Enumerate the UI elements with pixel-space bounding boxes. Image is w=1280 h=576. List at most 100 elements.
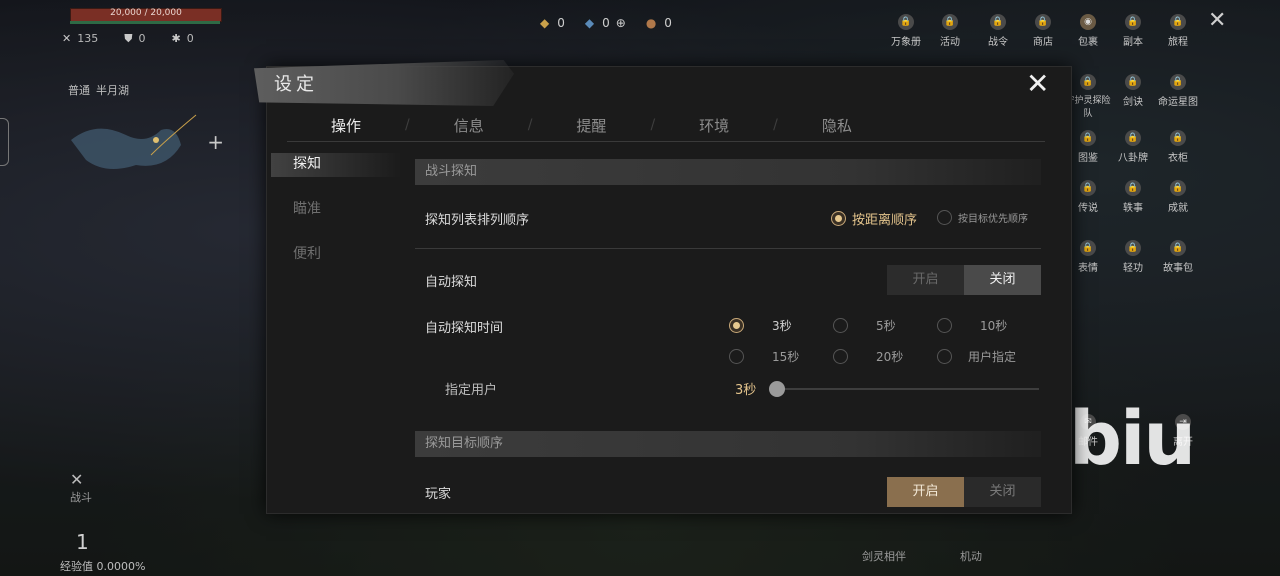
- bag-icon: ◉: [1080, 14, 1096, 30]
- player-level: 1: [76, 530, 89, 554]
- auto-detect-label: 自动探知: [425, 275, 478, 290]
- auto-detect-time-label: 自动探知时间: [425, 321, 504, 336]
- tab-reminder[interactable]: 提醒: [532, 115, 650, 136]
- player-stats: ✕ 135 ⛊ 0 ✱ 0: [62, 32, 194, 46]
- custom-time-value: 3秒: [735, 383, 757, 398]
- dialog-title: 设定: [274, 74, 318, 95]
- close-icon[interactable]: ✕: [1026, 70, 1049, 98]
- sidebar-item-aim[interactable]: 瞄准: [293, 198, 321, 243]
- experience-text: 经验值 0.0000%: [60, 560, 146, 573]
- lock-icon: 🔒: [1170, 74, 1186, 90]
- row-player: 玩家 开启 关闭: [415, 477, 1041, 507]
- currency-blue: ◆ 0 ⊕: [584, 16, 626, 30]
- lock-icon: 🔒: [990, 14, 1006, 30]
- add-currency-icon[interactable]: ⊕: [616, 16, 626, 30]
- radio-time-custom[interactable]: 用户指定: [937, 348, 1016, 365]
- custom-time-slider-track[interactable]: [777, 388, 1039, 390]
- radio-dot: [937, 210, 952, 225]
- swords-icon: ✕: [62, 32, 72, 45]
- map-zoom-plus-icon[interactable]: +: [207, 130, 224, 154]
- auto-detect-off-button[interactable]: 关闭: [964, 265, 1041, 295]
- defense-stat: ⛊ 0: [124, 32, 146, 45]
- row-sort-order: 探知列表排列顺序 按距离顺序 按目标优先顺序: [415, 209, 1041, 229]
- sparkle-icon: ✱: [171, 32, 181, 45]
- custom-time-slider-knob[interactable]: [769, 381, 785, 397]
- lock-icon: 🔒: [1170, 240, 1186, 256]
- player-marker-icon: [153, 137, 159, 143]
- radio-time-5s[interactable]: 5秒: [833, 317, 896, 334]
- tab-environment[interactable]: 环境: [655, 115, 773, 136]
- menu-shop[interactable]: 🔒 商店: [1020, 14, 1066, 48]
- menu-bagua[interactable]: 🔒 八卦牌: [1110, 130, 1156, 164]
- lock-icon: 🔒: [1170, 14, 1186, 30]
- side-drawer-handle[interactable]: [0, 118, 9, 166]
- lock-icon: 🔒: [1080, 240, 1096, 256]
- section-combat-detect: 战斗探知: [415, 159, 1041, 185]
- radio-sort-priority[interactable]: 按目标优先顺序: [937, 210, 1028, 225]
- divider: [415, 248, 1041, 249]
- player-off-button[interactable]: 关闭: [964, 477, 1041, 507]
- settings-tabs: 操作 / 信息 / 提醒 / 环境 / 隐私: [287, 109, 1045, 142]
- side-active-highlight: [271, 153, 401, 177]
- radio-sort-distance[interactable]: 按距离顺序: [831, 209, 917, 228]
- custom-time-label: 指定用户: [445, 383, 498, 398]
- menu-compendium[interactable]: 🔒 万象册: [883, 14, 929, 48]
- row-custom-time: 指定用户 3秒: [415, 379, 1041, 399]
- menu-sword-art[interactable]: 🔒 剑诀: [1110, 74, 1156, 108]
- attack-stat: ✕ 135: [62, 32, 99, 45]
- sort-order-label: 探知列表排列顺序: [425, 213, 530, 228]
- radio-time-20s[interactable]: 20秒: [833, 348, 903, 365]
- lock-icon: 🔒: [942, 14, 958, 30]
- radio-time-10s[interactable]: 10秒: [937, 317, 1007, 334]
- settings-dialog: 操作 / 信息 / 提醒 / 环境 / 隐私 探知 瞄准 便利 战斗探知 探知列…: [266, 66, 1072, 514]
- gold-gem-icon: ◆: [540, 16, 550, 30]
- spirit-companion-label[interactable]: 剑灵相伴: [862, 548, 906, 564]
- lock-icon: 🔒: [1170, 130, 1186, 146]
- lock-icon: 🔒: [1125, 180, 1141, 196]
- lock-icon: 🔒: [1125, 130, 1141, 146]
- menu-events[interactable]: 🔒 活动: [927, 14, 973, 48]
- menu-dungeon[interactable]: 🔒 副本: [1110, 14, 1156, 48]
- menu-qinggong[interactable]: 🔒 轻功: [1110, 240, 1156, 274]
- radio-time-15s[interactable]: 15秒: [729, 348, 799, 365]
- battle-mode-label[interactable]: ✕ 战斗: [70, 470, 92, 505]
- menu-anecdote[interactable]: 🔒 轶事: [1110, 180, 1156, 214]
- auto-detect-on-button[interactable]: 开启: [887, 265, 964, 295]
- lock-icon: 🔒: [1125, 240, 1141, 256]
- minimap[interactable]: +: [66, 100, 226, 190]
- lock-icon: 🔒: [1080, 74, 1096, 90]
- hp-text: 20,000 / 20,000: [110, 8, 182, 18]
- menu-story-pack[interactable]: 🔒 故事包: [1155, 240, 1201, 274]
- menu-battle-pass[interactable]: 🔒 战令: [975, 14, 1021, 48]
- blue-gem-icon: ◆: [584, 16, 595, 30]
- hud-swords-toggle-icon[interactable]: ✕: [1208, 8, 1226, 33]
- menu-fate-stars[interactable]: 🔒 命运星图: [1155, 74, 1201, 108]
- hp-bar: 20,000 / 20,000: [70, 8, 222, 22]
- settings-sidebar: 探知 瞄准 便利: [293, 153, 321, 288]
- mobility-label[interactable]: 机动: [960, 548, 982, 564]
- tab-privacy[interactable]: 隐私: [778, 115, 896, 136]
- menu-wardrobe[interactable]: 🔒 衣柜: [1155, 130, 1201, 164]
- player-label: 玩家: [425, 487, 452, 502]
- row-auto-detect-time: 自动探知时间 3秒 5秒 10秒 15秒 20秒 用户指定: [415, 317, 1041, 377]
- tab-info[interactable]: 信息: [410, 115, 528, 136]
- swords-icon: ✕: [70, 470, 84, 489]
- sidebar-item-convenience[interactable]: 便利: [293, 243, 321, 288]
- row-auto-detect: 自动探知 开启 关闭: [415, 265, 1041, 295]
- lock-icon: 🔒: [1080, 130, 1096, 146]
- menu-achievement[interactable]: 🔒 成就: [1155, 180, 1201, 214]
- currency-bar: ◆ 0 ◆ 0 ⊕ ● 0: [540, 16, 672, 30]
- radio-time-3s[interactable]: 3秒: [729, 317, 792, 334]
- menu-bag[interactable]: ◉ 包裹: [1065, 14, 1111, 48]
- lock-icon: 🔒: [1125, 74, 1141, 90]
- menu-journey[interactable]: 🔒 旅程: [1155, 14, 1201, 48]
- location-name: 半月湖: [96, 84, 129, 97]
- section-detect-target-order: 探知目标顺序: [415, 431, 1041, 457]
- lock-icon: 🔒: [1170, 180, 1186, 196]
- tab-operation[interactable]: 操作: [287, 115, 405, 136]
- player-on-button[interactable]: 开启: [887, 477, 964, 507]
- special-stat: ✱ 0: [171, 32, 194, 45]
- location-label: 普通 半月湖: [68, 82, 129, 98]
- mp-bar: [70, 21, 220, 24]
- sidebar-item-detect[interactable]: 探知: [293, 153, 321, 198]
